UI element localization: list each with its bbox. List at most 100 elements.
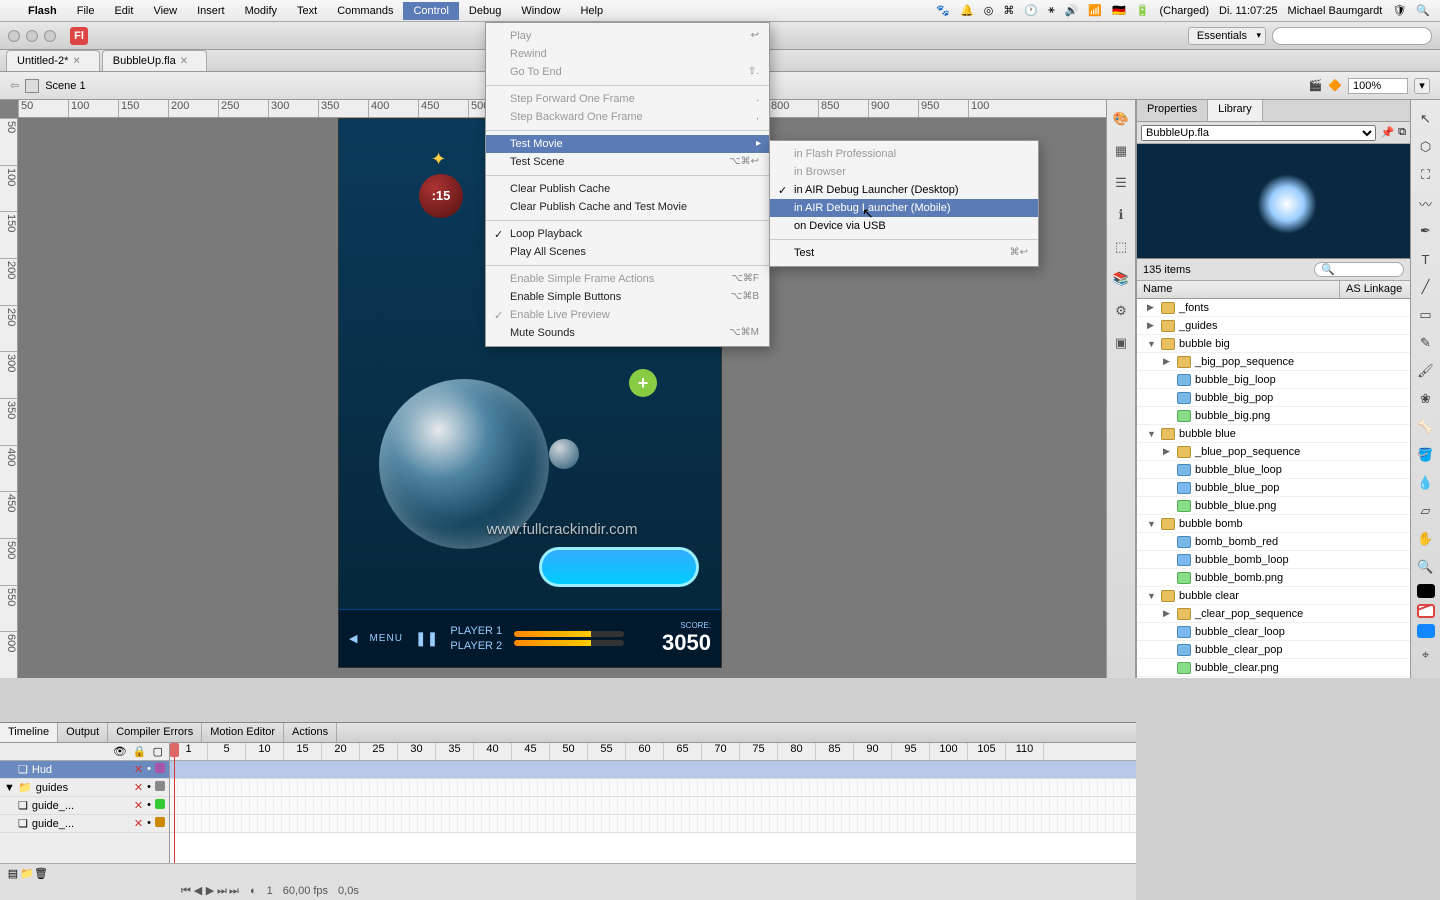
tab-timeline[interactable]: Timeline [0, 723, 58, 742]
edit-symbol-icon[interactable]: 🔶 [1328, 79, 1342, 92]
menu-item[interactable]: Enable Simple Buttons⌥⌘B [486, 288, 769, 306]
menu-debug[interactable]: Debug [459, 2, 511, 20]
library-item[interactable]: bubble_blue_pop [1137, 479, 1410, 497]
layer-buttons[interactable]: ▤📁🗑 [6, 867, 48, 880]
layer-row[interactable]: ▼📁guides✕• [0, 779, 169, 797]
brush-tool-icon[interactable]: 🖌 [1415, 360, 1437, 382]
submenu-item[interactable]: on Device via USB [770, 217, 1038, 235]
components-icon[interactable]: ▣ [1112, 334, 1130, 352]
close-icon[interactable]: ✕ [72, 56, 80, 67]
menu-view[interactable]: View [143, 2, 187, 20]
layer-lock-icon[interactable]: • [147, 781, 151, 794]
layer-color-swatch[interactable] [155, 817, 165, 827]
menu-item[interactable]: ✓Loop Playback [486, 225, 769, 243]
library-item[interactable]: ▶_fonts [1137, 299, 1410, 317]
library-column-header[interactable]: Name AS Linkage [1137, 281, 1410, 299]
menubar-flag-icon[interactable]: 🇩🇪 [1112, 4, 1126, 17]
back-chevron-icon[interactable]: ◀ [349, 632, 357, 645]
library-item[interactable]: bomb_bomb_red [1137, 533, 1410, 551]
library-icon[interactable]: 📚 [1112, 270, 1130, 288]
tab-output[interactable]: Output [58, 723, 108, 742]
new-panel-icon[interactable]: ⧉ [1398, 126, 1406, 139]
tab-actions[interactable]: Actions [284, 723, 337, 742]
lock-icon[interactable]: 🔒 [133, 745, 147, 758]
library-item[interactable]: ▼bubble clear [1137, 587, 1410, 605]
layer-row[interactable]: ❏guide_...✕• [0, 815, 169, 833]
playhead[interactable] [174, 743, 175, 863]
transform-icon[interactable]: ⬚ [1112, 238, 1130, 256]
menubar-cmd-icon[interactable]: ⌘ [1003, 4, 1014, 17]
menubar-user[interactable]: Michael Baumgardt [1288, 5, 1383, 17]
onion-skin-icon[interactable]: ◐ [250, 885, 257, 897]
menubar-wifi-icon[interactable]: 📶 [1088, 4, 1102, 17]
help-search-input[interactable] [1272, 27, 1432, 45]
eye-icon[interactable]: 👁 [113, 745, 127, 758]
menu-text[interactable]: Text [287, 2, 327, 20]
menubar-spotlight-icon[interactable]: 🔍 [1416, 4, 1430, 17]
library-item[interactable]: bubble_big.png [1137, 407, 1410, 425]
frames-area[interactable]: 1510152025303540455055606570758085909510… [170, 743, 1136, 863]
back-arrow-icon[interactable]: ⇦ [10, 79, 19, 92]
menu-item[interactable]: Clear Publish Cache [486, 180, 769, 198]
selection-tool-icon[interactable]: ↖ [1415, 108, 1437, 130]
layer-color-swatch[interactable] [155, 799, 165, 809]
align-icon[interactable]: ☰ [1112, 174, 1130, 192]
menu-item[interactable]: Clear Publish Cache and Test Movie [486, 198, 769, 216]
deco-tool-icon[interactable]: ❀ [1415, 388, 1437, 410]
library-item[interactable]: bubble_bomb.png [1137, 569, 1410, 587]
scene-name[interactable]: Scene 1 [45, 80, 85, 92]
library-item[interactable]: ▼bubble bomb [1137, 515, 1410, 533]
menu-window[interactable]: Window [511, 2, 570, 20]
bone-tool-icon[interactable]: 🦴 [1415, 416, 1437, 438]
new-folder-icon[interactable]: 📁 [20, 867, 34, 880]
paint-bucket-tool-icon[interactable]: 🪣 [1415, 444, 1437, 466]
menu-help[interactable]: Help [570, 2, 613, 20]
tab-motion-editor[interactable]: Motion Editor [202, 723, 284, 742]
swap-colors-icon[interactable] [1417, 624, 1435, 638]
col-linkage[interactable]: AS Linkage [1340, 281, 1410, 298]
library-item[interactable]: bubble_big_loop [1137, 371, 1410, 389]
free-transform-tool-icon[interactable]: ⛶ [1415, 164, 1437, 186]
library-item[interactable]: bubble_bomb_loop [1137, 551, 1410, 569]
library-list[interactable]: ▶_fonts▶_guides▼bubble big▶_big_pop_sequ… [1137, 299, 1410, 678]
tab-properties[interactable]: Properties [1137, 100, 1208, 121]
menu-item[interactable]: Test Movie [486, 135, 769, 153]
menubar-shield-icon[interactable]: 🛡 [1392, 4, 1406, 17]
line-tool-icon[interactable]: ╱ [1415, 276, 1437, 298]
menubar-clock[interactable]: Di. 11:07:25 [1219, 5, 1278, 17]
submenu-item[interactable]: ✓in AIR Debug Launcher (Desktop) [770, 181, 1038, 199]
playback-controls[interactable]: ⏮◀▶⏭⏭ [180, 884, 240, 898]
hand-tool-icon[interactable]: ✋ [1415, 528, 1437, 550]
eraser-tool-icon[interactable]: ▱ [1415, 500, 1437, 522]
menubar-battery-icon[interactable]: 🔋 [1136, 4, 1150, 17]
tab-compiler-errors[interactable]: Compiler Errors [108, 723, 202, 742]
menubar-sync-icon[interactable]: ◎ [984, 4, 994, 17]
edit-scene-icon[interactable]: 🎬 [1309, 79, 1323, 92]
library-item[interactable]: ▶_big_pop_sequence [1137, 353, 1410, 371]
menu-modify[interactable]: Modify [235, 2, 287, 20]
outline-icon[interactable]: ▢ [153, 745, 163, 758]
close-icon[interactable]: ✕ [180, 56, 188, 67]
menu-app[interactable]: Flash [18, 2, 67, 20]
layer-lock-icon[interactable]: • [147, 799, 151, 812]
library-item[interactable]: ▼bubble green [1137, 677, 1410, 678]
library-item[interactable]: ▶_clear_pop_sequence [1137, 605, 1410, 623]
layer-color-swatch[interactable] [155, 781, 165, 791]
stroke-color-swatch[interactable] [1417, 584, 1435, 598]
menu-control[interactable]: Control [403, 2, 458, 20]
menu-item[interactable]: Mute Sounds⌥⌘M [486, 324, 769, 342]
delete-layer-icon[interactable]: 🗑 [34, 867, 48, 880]
layer-list[interactable]: 👁🔒▢ ❏Hud✕•▼📁guides✕•❏guide_...✕•❏guide_.… [0, 743, 170, 863]
layer-visibility-icon[interactable]: ✕ [134, 763, 143, 776]
swatches-icon[interactable]: ▦ [1112, 142, 1130, 160]
behaviors-icon[interactable]: ⚙ [1112, 302, 1130, 320]
tab-library[interactable]: Library [1208, 100, 1263, 121]
menubar-volume-icon[interactable]: 🔊 [1065, 4, 1079, 17]
library-item[interactable]: bubble_blue.png [1137, 497, 1410, 515]
zoom-stepper[interactable]: ▾ [1414, 78, 1430, 94]
menu-button[interactable]: MENU [369, 633, 402, 644]
library-item[interactable]: ▶_blue_pop_sequence [1137, 443, 1410, 461]
library-item[interactable]: bubble_clear.png [1137, 659, 1410, 677]
layer-visibility-icon[interactable]: ✕ [134, 799, 143, 812]
menu-edit[interactable]: Edit [104, 2, 143, 20]
